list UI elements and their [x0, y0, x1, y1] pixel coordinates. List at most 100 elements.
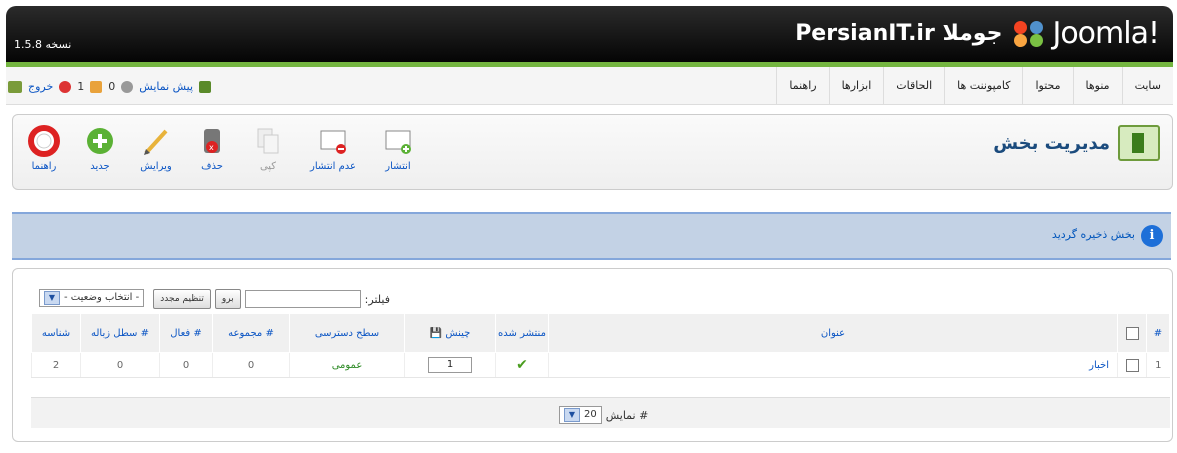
edit-icon	[140, 125, 172, 157]
row-title[interactable]: اخبار	[548, 352, 1118, 378]
row-published[interactable]: ✔	[495, 352, 549, 378]
filter-label: فیلتر:	[364, 292, 390, 306]
save-order-icon[interactable]: 💾	[430, 328, 442, 339]
version-label: نسخه 1.5.8	[14, 38, 72, 51]
filter-input[interactable]	[244, 290, 361, 308]
unpublish-icon	[317, 125, 349, 157]
menu-extensions[interactable]: الحاقات	[883, 67, 944, 104]
joomla-wordmark: Joomla!	[1052, 16, 1160, 51]
unpublish-button[interactable]: عدم انتشار	[303, 125, 363, 172]
users-icon	[90, 80, 103, 93]
joomla-mark-icon	[1012, 19, 1046, 49]
toolbar-buttons: راهنما جدید ویرایش x حذف کپی عدم انتشار …	[23, 125, 419, 172]
order-input[interactable]: 1	[428, 357, 472, 373]
joomla-logo: Joomla!	[1012, 16, 1160, 51]
col-num: #	[1146, 313, 1170, 353]
message-text: بخش ذخیره گردید	[1051, 228, 1135, 241]
preview-flag-icon	[199, 80, 212, 93]
preview-icon	[121, 80, 134, 93]
page-title: مدیریت بخش	[993, 125, 1160, 161]
menu-content[interactable]: محتوا	[1022, 67, 1072, 104]
delete-icon: x	[196, 125, 228, 157]
logout-link[interactable]: خروج	[28, 80, 53, 93]
chevron-down-icon: ▼	[564, 408, 580, 422]
table-header-row: # عنوان منتشر شده چینش 💾 سطح دسترسی # مج…	[31, 313, 1170, 353]
menu-site[interactable]: سایت	[1121, 67, 1173, 104]
published-check-icon[interactable]: ✔	[516, 357, 528, 373]
users-count[interactable]: 0	[108, 80, 115, 93]
publish-button[interactable]: انتشار	[377, 125, 419, 172]
header-bar: نسخه 1.5.8 Joomla! PersianIT.ir جوملا	[6, 6, 1173, 62]
edit-label: ویرایش	[140, 161, 172, 172]
logout-icon[interactable]	[8, 80, 22, 93]
select-all-checkbox[interactable]	[1125, 326, 1139, 340]
table-row: 1 اخبار ✔ 1 عمومی 0 0 0 2	[31, 352, 1170, 378]
status-select-value: - انتخاب وضعیت -	[64, 292, 140, 303]
table-footer: ▼ 20 نمایش #	[31, 397, 1170, 428]
menu-help[interactable]: راهنما	[776, 67, 828, 104]
site-name: PersianIT.ir جوملا	[795, 21, 1003, 46]
col-published[interactable]: منتشر شده	[495, 313, 549, 353]
unpublish-label: عدم انتشار	[310, 161, 356, 172]
menu-menus[interactable]: منوها	[1072, 67, 1122, 104]
status-bar: خروج 1 0 پیش نمایش	[8, 80, 212, 93]
delete-label: حذف	[201, 161, 223, 172]
col-checkbox[interactable]	[1117, 313, 1147, 353]
copy-button[interactable]: کپی	[247, 125, 289, 172]
publish-icon	[382, 125, 414, 157]
col-order[interactable]: چینش 💾	[404, 313, 496, 353]
limit-select[interactable]: ▼ 20	[559, 406, 602, 424]
info-icon: i	[1141, 225, 1163, 247]
section-manager-icon	[1118, 125, 1160, 161]
row-trash: 0	[80, 352, 160, 378]
row-num: 1	[1146, 352, 1170, 378]
copy-icon	[252, 125, 284, 157]
limit-value: 20	[584, 409, 597, 420]
reset-button[interactable]: تنظیم مجدد	[153, 289, 211, 309]
publish-label: انتشار	[385, 161, 411, 172]
col-categories: # مجموعه	[212, 313, 290, 353]
row-id: 2	[31, 352, 81, 378]
pagination: ▼ 20 نمایش #	[559, 406, 648, 424]
new-icon	[84, 125, 116, 157]
new-label: جدید	[90, 161, 110, 172]
menu-components[interactable]: کامپوننت ها	[944, 67, 1022, 104]
col-active: # فعال	[159, 313, 213, 353]
delete-button[interactable]: x حذف	[191, 125, 233, 172]
row-categories: 0	[212, 352, 290, 378]
new-button[interactable]: جدید	[79, 125, 121, 172]
edit-button[interactable]: ویرایش	[135, 125, 177, 172]
row-order[interactable]: 1	[404, 352, 496, 378]
filter-bar: فیلتر: برو تنظیم مجدد	[153, 289, 390, 309]
svg-text:x: x	[209, 143, 214, 152]
go-button[interactable]: برو	[214, 289, 241, 309]
row-checkbox-cell[interactable]	[1117, 352, 1147, 378]
sections-panel: فیلتر: برو تنظیم مجدد ▼ - انتخاب وضعیت -…	[12, 268, 1173, 442]
help-icon	[28, 125, 60, 157]
copy-label: کپی	[259, 161, 277, 172]
messages-count[interactable]: 1	[77, 80, 84, 93]
preview-link[interactable]: پیش نمایش	[139, 80, 193, 93]
main-menu: سایت منوها محتوا کامپوننت ها الحاقات ابز…	[776, 67, 1173, 104]
col-trash: # سطل زباله	[80, 313, 160, 353]
row-active: 0	[159, 352, 213, 378]
brand: Joomla! PersianIT.ir جوملا	[795, 16, 1160, 51]
messages-icon	[59, 80, 72, 93]
help-button[interactable]: راهنما	[23, 125, 65, 172]
toolbox: مدیریت بخش راهنما جدید ویرایش x حذف کپی …	[12, 114, 1173, 190]
chevron-down-icon: ▼	[44, 291, 60, 305]
row-access[interactable]: عمومی	[289, 352, 405, 378]
system-message: i بخش ذخیره گردید	[12, 212, 1171, 260]
col-id[interactable]: شناسه	[31, 313, 81, 353]
display-label: نمایش #	[605, 408, 649, 422]
page-title-text: مدیریت بخش	[993, 132, 1110, 154]
help-label: راهنما	[31, 161, 57, 172]
status-filter[interactable]: ▼ - انتخاب وضعیت -	[39, 289, 145, 307]
sections-table: # عنوان منتشر شده چینش 💾 سطح دسترسی # مج…	[31, 313, 1170, 378]
row-checkbox[interactable]	[1125, 358, 1139, 372]
col-order-label[interactable]: چینش	[445, 328, 470, 339]
status-select[interactable]: ▼ - انتخاب وضعیت -	[39, 289, 145, 307]
col-access[interactable]: سطح دسترسی	[289, 313, 405, 353]
col-title[interactable]: عنوان	[548, 313, 1118, 353]
menu-tools[interactable]: ابزارها	[828, 67, 884, 104]
